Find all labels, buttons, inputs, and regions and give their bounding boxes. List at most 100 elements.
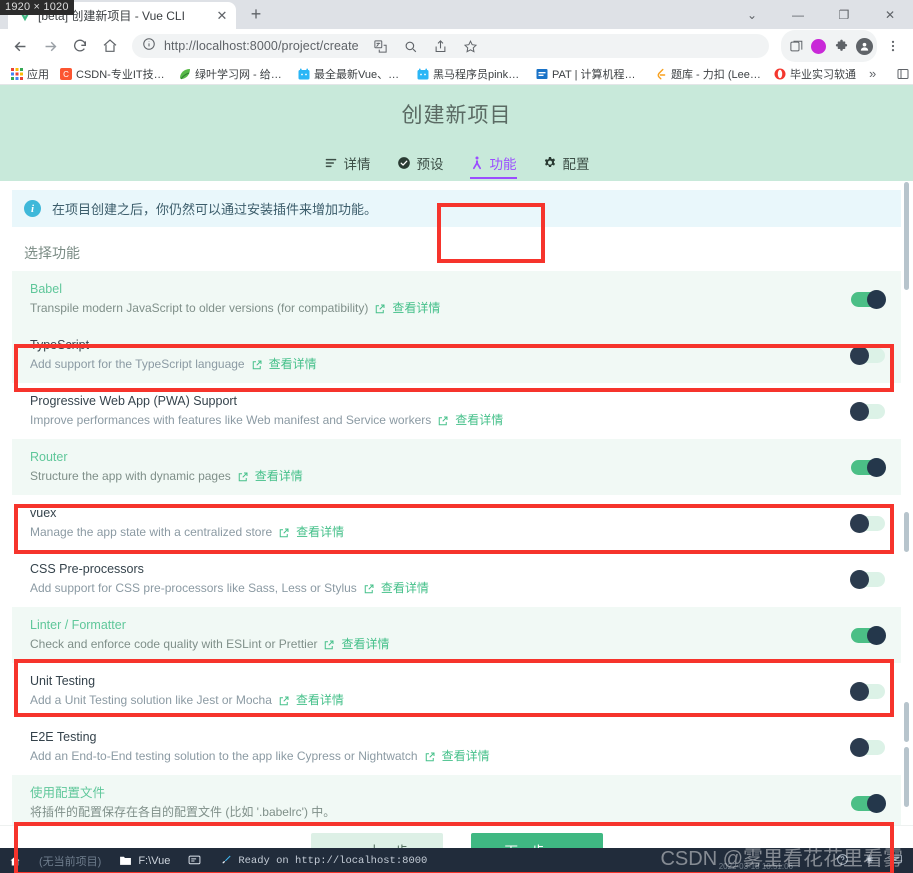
tab-features[interactable]: 功能 <box>469 145 517 181</box>
view-details-link[interactable]: 查看详情 <box>424 749 490 764</box>
view-details-label: 查看详情 <box>254 469 303 483</box>
translate-icon[interactable] <box>367 32 395 60</box>
feature-toggle[interactable] <box>850 681 885 701</box>
view-details-label: 查看详情 <box>441 749 490 763</box>
view-details-link[interactable]: 查看详情 <box>251 357 317 372</box>
close-icon[interactable]: ✕ <box>214 8 230 24</box>
external-link-icon <box>425 752 435 761</box>
statusbar-folder[interactable]: F:\Vue <box>110 848 179 873</box>
reading-list-button[interactable]: 阅读清单 <box>892 64 913 84</box>
feature-row[interactable]: Linter / Formatter Check and enforce code… <box>12 607 901 663</box>
feature-row[interactable]: 使用配置文件 将插件的配置保存在各自的配置文件 (比如 '.babelrc') 中… <box>12 775 901 825</box>
scrollbar-track[interactable] <box>902 182 911 825</box>
feature-name: Progressive Web App (PWA) Support <box>30 394 238 408</box>
feature-toggle[interactable] <box>850 401 885 421</box>
bookmark-csdn[interactable]: C CSDN-专业IT技术... <box>55 64 173 84</box>
feature-name: CSS Pre-processors <box>30 562 144 576</box>
address-bar[interactable]: http://localhost:8000/project/create <box>132 34 769 58</box>
window-close-button[interactable]: ✕ <box>867 0 913 29</box>
feature-row[interactable]: CSS Pre-processors Add support for CSS pr… <box>12 551 901 607</box>
feature-toggle[interactable] <box>851 457 886 477</box>
feature-toggle[interactable] <box>850 569 885 589</box>
bookmark-biye[interactable]: 毕业实习软通 <box>769 64 861 84</box>
statusbar-project[interactable]: (无当前项目) <box>30 848 110 873</box>
feature-text: 使用配置文件 将插件的配置保存在各自的配置文件 (比如 '.babelrc') 中… <box>30 786 837 820</box>
feature-row[interactable]: Unit Testing Add a Unit Testing solution … <box>12 663 901 719</box>
tab-label: 功能 <box>489 156 517 172</box>
tab-details[interactable]: 详情 <box>324 145 371 181</box>
scrollbar-thumb <box>904 512 909 552</box>
bookmark-label: 黑马程序员pink老... <box>433 68 525 81</box>
feature-toggle[interactable] <box>850 737 885 757</box>
view-details-link[interactable]: 查看详情 <box>278 693 344 708</box>
notifications-icon[interactable] <box>890 853 903 869</box>
extension-puzzle-icon[interactable] <box>830 32 852 60</box>
help-icon[interactable] <box>836 853 849 869</box>
terminal-icon <box>188 855 201 865</box>
share-icon[interactable] <box>427 32 455 60</box>
view-details-link[interactable]: 查看详情 <box>374 301 440 316</box>
feature-description-text: Add support for the TypeScript language <box>30 357 245 371</box>
external-link-icon <box>376 304 385 313</box>
extension-color-icon[interactable] <box>811 38 826 54</box>
feature-toggle[interactable] <box>851 625 886 645</box>
bookmark-lvye[interactable]: 绿叶学习网 - 给你... <box>174 64 292 84</box>
view-details-link[interactable]: 查看详情 <box>363 581 429 596</box>
view-details-label: 查看详情 <box>341 637 390 651</box>
star-icon[interactable] <box>457 32 485 60</box>
info-circle-icon[interactable] <box>142 37 156 56</box>
feature-toggle[interactable] <box>850 513 885 533</box>
feature-description: Add a Unit Testing solution like Jest or… <box>30 693 837 708</box>
bookmarks-overflow-button[interactable]: » <box>863 66 882 81</box>
magnifier-icon[interactable] <box>397 32 425 60</box>
feature-name: TypeScript <box>30 338 90 352</box>
statusbar-terminal[interactable] <box>179 848 210 873</box>
account-icon[interactable] <box>856 37 873 55</box>
reload-icon[interactable] <box>66 32 94 60</box>
feature-row[interactable]: TypeScript Add support for the TypeScript… <box>12 327 901 383</box>
view-details-link[interactable]: 查看详情 <box>437 413 503 428</box>
feature-text: Router Structure the app with dynamic pag… <box>30 450 837 484</box>
section-title: 选择功能 <box>24 245 80 261</box>
pat-icon <box>536 68 548 79</box>
tab-search-icon[interactable] <box>785 32 807 60</box>
new-tab-button[interactable]: + <box>242 1 270 29</box>
chevron-down-icon[interactable]: ⌄ <box>729 0 775 29</box>
view-details-link[interactable]: 查看详情 <box>278 525 344 540</box>
feature-name: Babel <box>30 282 62 296</box>
feature-row[interactable]: Router Structure the app with dynamic pag… <box>12 439 901 495</box>
maximize-button[interactable]: ❐ <box>821 0 867 29</box>
settings-icon[interactable] <box>863 853 876 869</box>
feature-toggle[interactable] <box>851 793 886 813</box>
bookmark-heima[interactable]: 黑马程序员pink老... <box>412 64 530 84</box>
feature-toggle[interactable] <box>851 289 886 309</box>
bookmark-vue[interactable]: 最全最新Vue、Vue... <box>293 64 411 84</box>
list-lines-icon <box>324 156 338 170</box>
bookmark-leetcode[interactable]: 题库 - 力扣 (LeetC... <box>650 64 768 84</box>
feature-row[interactable]: E2E Testing Add an End-to-End testing sol… <box>12 719 901 775</box>
back-icon[interactable] <box>6 32 34 60</box>
bookmark-label: PAT | 计算机程序设... <box>552 68 644 81</box>
view-details-link[interactable]: 查看详情 <box>323 637 390 652</box>
bookmark-apps[interactable]: 应用 <box>6 64 54 84</box>
opera-icon <box>774 68 786 79</box>
scrollbar-thumb <box>904 747 909 807</box>
feature-text: Babel Transpile modern JavaScript to olde… <box>30 282 837 316</box>
features-scroll-region[interactable]: i 在项目创建之后，你仍然可以通过安装插件来增加功能。 选择功能 Babel Tr… <box>0 182 913 825</box>
statusbar-home[interactable] <box>0 848 30 873</box>
bookmark-pat[interactable]: PAT | 计算机程序设... <box>531 64 649 84</box>
home-icon[interactable] <box>96 32 124 60</box>
feature-description-text: Manage the app state with a centralized … <box>30 525 273 539</box>
tab-config[interactable]: 配置 <box>543 145 590 181</box>
feature-toggle[interactable] <box>850 345 885 365</box>
view-details-link[interactable]: 查看详情 <box>237 469 303 484</box>
feature-row[interactable]: vuex Manage the app state with a centrali… <box>12 495 901 551</box>
three-dot-menu-icon[interactable] <box>879 32 907 60</box>
feature-row[interactable]: Babel Transpile modern JavaScript to olde… <box>12 271 901 327</box>
minimize-button[interactable]: — <box>775 0 821 29</box>
feature-row[interactable]: Progressive Web App (PWA) Support Improve… <box>12 383 901 439</box>
feature-description-text: Add a Unit Testing solution like Jest or… <box>30 693 272 707</box>
tab-presets[interactable]: 预设 <box>397 145 444 181</box>
forward-icon[interactable] <box>36 32 64 60</box>
toggle-knob <box>850 681 869 701</box>
